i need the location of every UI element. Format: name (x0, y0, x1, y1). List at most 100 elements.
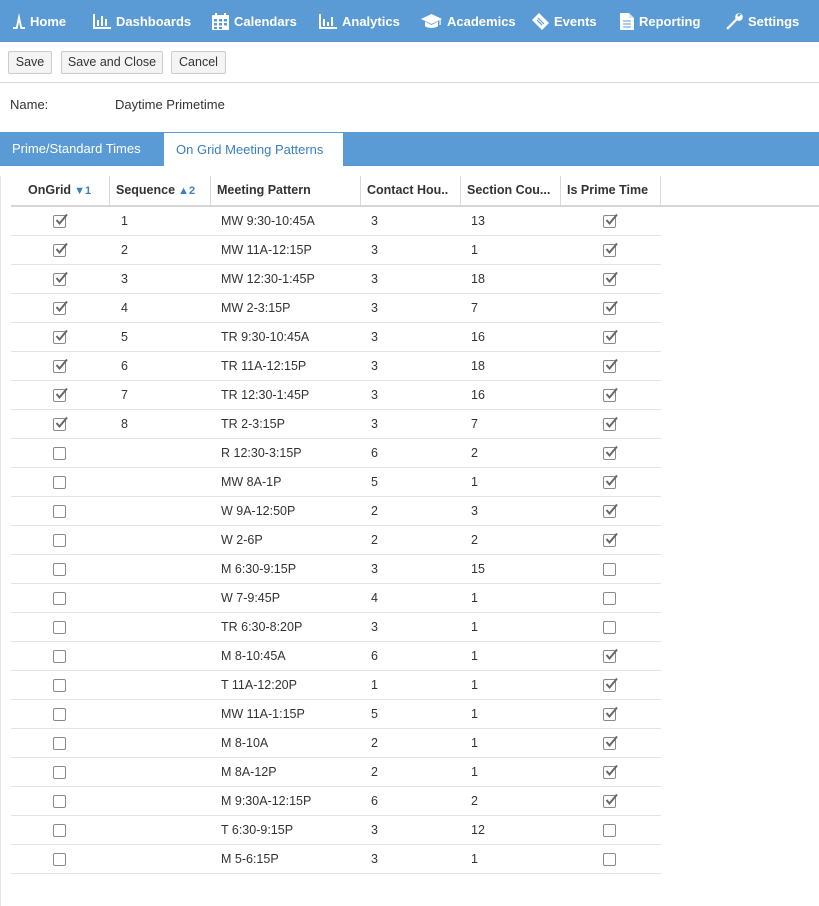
meeting-patterns-grid: OnGrid ▼1 Sequence ▲2 Meeting Pattern Cont… (11, 176, 819, 874)
table-row[interactable]: M 8-10:45A 6 1 (11, 642, 661, 671)
is-prime-time-checkbox[interactable] (603, 592, 616, 605)
ongrid-checkbox[interactable] (53, 766, 66, 779)
section-count-cell: 1 (471, 649, 478, 663)
meeting-pattern-cell: TR 11A-12:15P (221, 359, 307, 373)
is-prime-time-checkbox[interactable] (603, 358, 618, 373)
column-header-contact-hours[interactable]: Contact Hou.. (361, 176, 461, 205)
column-header-is-prime-time[interactable]: Is Prime Time (561, 176, 661, 205)
table-row[interactable]: M 5-6:15P 3 1 (11, 845, 661, 874)
is-prime-time-checkbox[interactable] (603, 213, 618, 228)
ongrid-checkbox[interactable] (53, 476, 66, 489)
is-prime-time-checkbox[interactable] (603, 416, 618, 431)
ongrid-checkbox[interactable] (53, 650, 66, 663)
nav-reporting[interactable]: Reporting (620, 0, 700, 42)
table-row[interactable]: MW 11A-1:15P 5 1 (11, 700, 661, 729)
is-prime-time-checkbox[interactable] (603, 563, 616, 576)
contact-hours-cell: 2 (371, 533, 378, 547)
is-prime-time-checkbox[interactable] (603, 329, 618, 344)
save-button[interactable]: Save (8, 51, 52, 74)
is-prime-time-checkbox[interactable] (603, 271, 618, 286)
ongrid-checkbox[interactable] (53, 329, 68, 344)
column-header-meeting-pattern[interactable]: Meeting Pattern (211, 176, 361, 205)
bar-chart-icon (93, 13, 116, 29)
table-row[interactable]: 1 MW 9:30-10:45A 3 13 (11, 207, 661, 236)
meeting-pattern-cell: W 9A-12:50P (221, 504, 296, 518)
table-row[interactable]: R 12:30-3:15P 6 2 (11, 439, 661, 468)
table-row[interactable]: M 8A-12P 2 1 (11, 758, 661, 787)
column-header-section-count[interactable]: Section Cou... (461, 176, 561, 205)
table-row[interactable]: 6 TR 11A-12:15P 3 18 (11, 352, 661, 381)
tab-prime-standard-times[interactable]: Prime/Standard Times (0, 132, 164, 166)
ongrid-checkbox[interactable] (53, 708, 66, 721)
ongrid-checkbox[interactable] (53, 387, 68, 402)
contact-hours-cell: 3 (371, 823, 378, 837)
ongrid-checkbox[interactable] (53, 242, 68, 257)
ongrid-checkbox[interactable] (53, 505, 66, 518)
table-row[interactable]: W 9A-12:50P 2 3 (11, 497, 661, 526)
ongrid-checkbox[interactable] (53, 737, 66, 750)
table-row[interactable]: TR 6:30-8:20P 3 1 (11, 613, 661, 642)
ongrid-checkbox[interactable] (53, 416, 68, 431)
table-row[interactable]: 7 TR 12:30-1:45P 3 16 (11, 381, 661, 410)
is-prime-time-checkbox[interactable] (603, 474, 618, 489)
ongrid-checkbox[interactable] (53, 621, 66, 634)
ongrid-checkbox[interactable] (53, 271, 68, 286)
table-row[interactable]: M 8-10A 2 1 (11, 729, 661, 758)
tab-on-grid-meeting-patterns[interactable]: On Grid Meeting Patterns (164, 133, 343, 166)
nav-events[interactable]: Events (532, 0, 597, 42)
ongrid-checkbox[interactable] (53, 358, 68, 373)
ongrid-checkbox[interactable] (53, 592, 66, 605)
contact-hours-cell: 4 (371, 591, 378, 605)
table-row[interactable]: 4 MW 2-3:15P 3 7 (11, 294, 661, 323)
table-row[interactable]: 5 TR 9:30-10:45A 3 16 (11, 323, 661, 352)
nav-calendars[interactable]: Calendars (212, 0, 297, 42)
is-prime-time-checkbox[interactable] (603, 793, 618, 808)
is-prime-time-checkbox[interactable] (603, 387, 618, 402)
is-prime-time-checkbox[interactable] (603, 764, 618, 779)
table-row[interactable]: T 6:30-9:15P 3 12 (11, 816, 661, 845)
nav-settings[interactable]: Settings (726, 0, 799, 42)
is-prime-time-checkbox[interactable] (603, 532, 618, 547)
nav-academics[interactable]: Academics (421, 0, 516, 42)
nav-analytics[interactable]: Analytics (319, 0, 400, 42)
table-row[interactable]: 3 MW 12:30-1:45P 3 18 (11, 265, 661, 294)
ongrid-checkbox[interactable] (53, 563, 66, 576)
table-row[interactable]: M 9:30A-12:15P 6 2 (11, 787, 661, 816)
ongrid-checkbox[interactable] (53, 300, 68, 315)
nav-dashboards[interactable]: Dashboards (93, 0, 191, 42)
ongrid-checkbox[interactable] (53, 534, 66, 547)
table-row[interactable]: W 7-9:45P 4 1 (11, 584, 661, 613)
is-prime-time-checkbox[interactable] (603, 503, 618, 518)
table-row[interactable]: MW 8A-1P 5 1 (11, 468, 661, 497)
is-prime-time-checkbox[interactable] (603, 242, 618, 257)
table-row[interactable]: T 11A-12:20P 1 1 (11, 671, 661, 700)
is-prime-time-checkbox[interactable] (603, 735, 618, 750)
ongrid-checkbox[interactable] (53, 853, 66, 866)
column-header-ongrid[interactable]: OnGrid ▼1 (11, 176, 110, 205)
column-header-label: Contact Hou.. (367, 183, 449, 197)
column-header-label: Meeting Pattern (217, 183, 311, 197)
nav-home[interactable]: Home (13, 0, 66, 42)
ongrid-checkbox[interactable] (53, 447, 66, 460)
is-prime-time-checkbox[interactable] (603, 677, 618, 692)
column-header-sequence[interactable]: Sequence ▲2 (110, 176, 211, 205)
ongrid-checkbox[interactable] (53, 795, 66, 808)
table-row[interactable]: 2 MW 11A-12:15P 3 1 (11, 236, 661, 265)
grid-body: 1 MW 9:30-10:45A 3 13 2 MW 11A-12:15P 3 1 3 MW 12… (11, 207, 661, 874)
is-prime-time-checkbox[interactable] (603, 824, 616, 837)
table-row[interactable]: M 6:30-9:15P 3 15 (11, 555, 661, 584)
ongrid-checkbox[interactable] (53, 213, 68, 228)
ongrid-checkbox[interactable] (53, 679, 66, 692)
is-prime-time-checkbox[interactable] (603, 445, 618, 460)
ongrid-checkbox[interactable] (53, 824, 66, 837)
is-prime-time-checkbox[interactable] (603, 648, 618, 663)
table-row[interactable]: W 2-6P 2 2 (11, 526, 661, 555)
is-prime-time-checkbox[interactable] (603, 300, 618, 315)
is-prime-time-checkbox[interactable] (603, 621, 616, 634)
meeting-pattern-cell: M 8-10:45A (221, 649, 286, 663)
is-prime-time-checkbox[interactable] (603, 853, 616, 866)
table-row[interactable]: 8 TR 2-3:15P 3 7 (11, 410, 661, 439)
is-prime-time-checkbox[interactable] (603, 706, 618, 721)
save-and-close-button[interactable]: Save and Close (61, 51, 163, 74)
cancel-button[interactable]: Cancel (171, 51, 226, 74)
